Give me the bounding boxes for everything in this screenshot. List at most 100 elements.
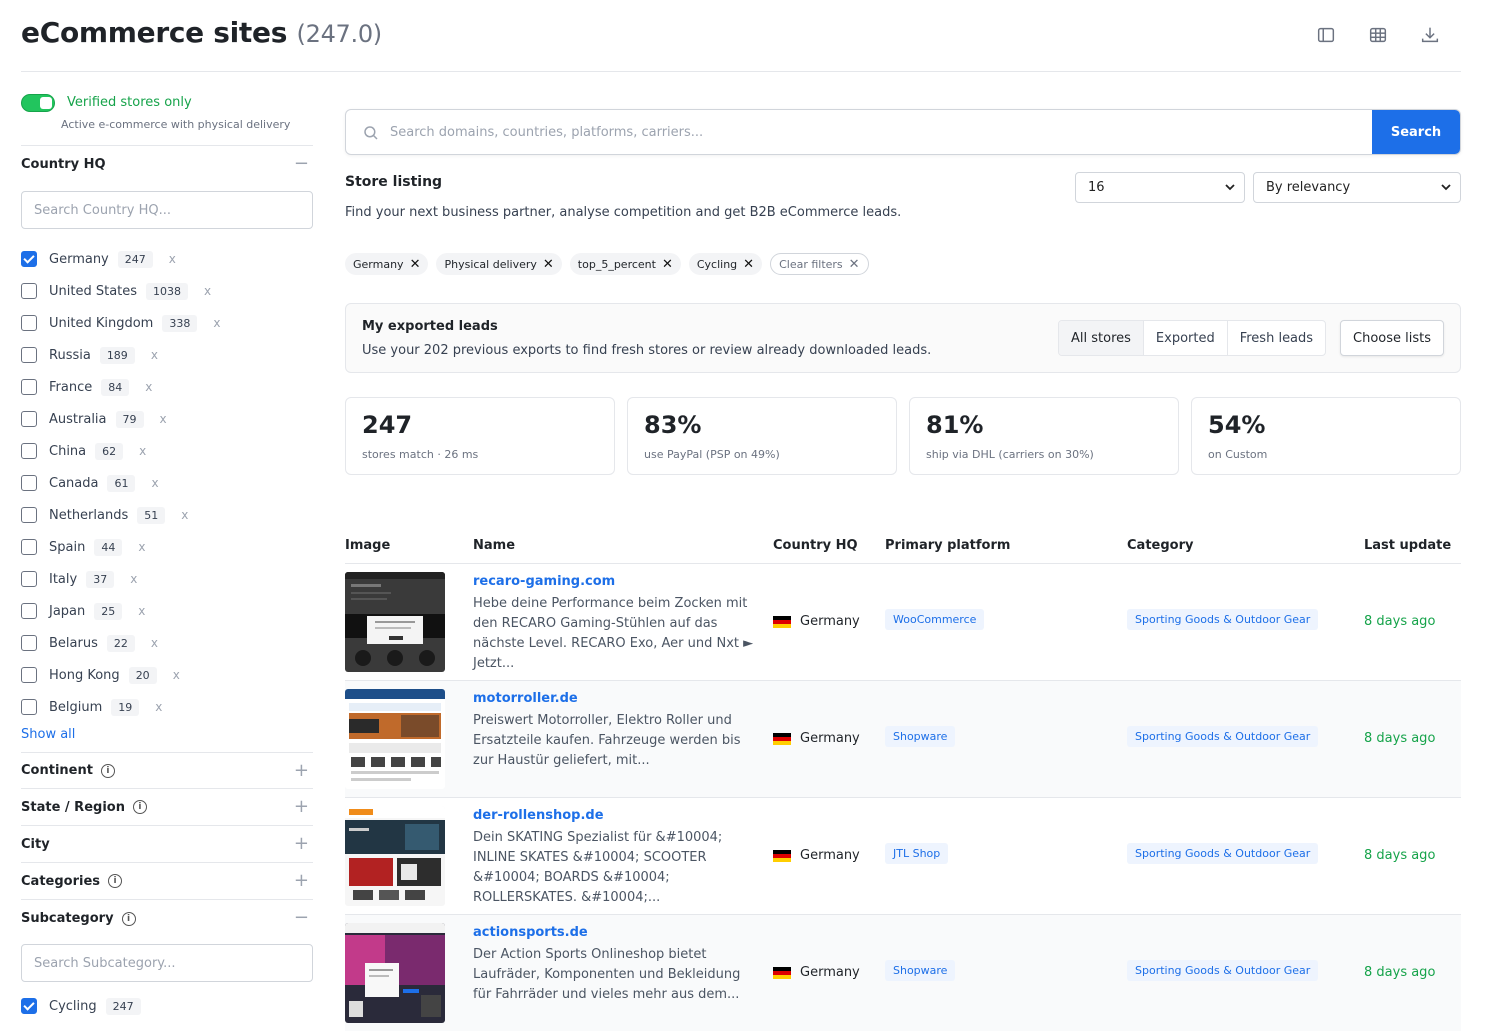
page-size-select[interactable]: 16 [1075,172,1245,203]
exclude-icon[interactable]: x [204,284,211,298]
segment-fresh-leads[interactable]: Fresh leads [1228,321,1325,355]
filter-chip[interactable]: Cycling ✕ [688,253,763,275]
info-icon[interactable]: i [121,911,136,926]
filter-option[interactable]: Netherlands 51 x [21,499,313,531]
checkbox[interactable] [21,411,37,427]
exclude-icon[interactable]: x [151,348,158,362]
expand-icon[interactable]: + [294,798,309,816]
facet-country-hq[interactable]: Country HQ − [21,146,313,183]
verified-toggle[interactable] [21,94,55,112]
column-header-name[interactable]: Name [473,538,515,553]
exclude-icon[interactable]: x [151,636,158,650]
facet-city[interactable]: City + [21,826,313,863]
exclude-icon[interactable]: x [151,476,158,490]
filter-option[interactable]: Germany 247 x [21,243,313,275]
table-row[interactable]: recaro-gaming.com Hebe deine Performance … [345,564,1461,681]
platform-badge[interactable]: Shopware [885,726,956,747]
filter-option[interactable]: Cycling 247 [21,990,313,1022]
exclude-icon[interactable]: x [160,412,167,426]
filter-chip[interactable]: top_5_percent ✕ [569,253,681,275]
info-icon[interactable]: i [100,763,115,778]
table-row[interactable]: motorroller.de Preiswert Motorroller, Ele… [345,681,1461,798]
exclude-icon[interactable]: x [155,700,162,714]
sidebar-layout-icon[interactable] [1315,24,1337,46]
platform-badge[interactable]: JTL Shop [885,843,949,864]
choose-lists-button[interactable]: Choose lists [1340,320,1444,356]
filter-option[interactable]: Canada 61 x [21,467,313,499]
exclude-icon[interactable]: x [145,380,152,394]
table-row[interactable]: der-rollenshop.de Dein SKATING Spezialist… [345,798,1461,915]
checkbox[interactable] [21,539,37,555]
category-badge[interactable]: Sporting Goods & Outdoor Gear [1127,960,1319,981]
category-badge[interactable]: Sporting Goods & Outdoor Gear [1127,843,1319,864]
expand-icon[interactable]: + [294,872,309,890]
exclude-icon[interactable]: x [139,444,146,458]
search-button[interactable]: Search [1372,110,1460,154]
exclude-icon[interactable]: x [213,316,220,330]
facet-categories[interactable]: Categories i + [21,863,313,900]
table-grid-icon[interactable] [1367,24,1389,46]
column-header-country[interactable]: Country HQ [773,538,858,553]
checkbox[interactable] [21,315,37,331]
checkbox[interactable] [21,507,37,523]
download-icon[interactable] [1419,24,1441,46]
store-thumbnail[interactable] [345,923,445,1023]
close-icon[interactable]: ✕ [410,257,421,272]
collapse-icon[interactable]: − [294,909,309,927]
store-domain-link[interactable]: motorroller.de [473,691,578,706]
column-header-platform[interactable]: Primary platform [885,538,1010,553]
country-hq-search-input[interactable] [21,191,313,229]
exclude-icon[interactable]: x [130,572,137,586]
checkbox[interactable] [21,283,37,299]
filter-option[interactable]: Japan 25 x [21,595,313,627]
segment-all-stores[interactable]: All stores [1059,321,1144,355]
exclude-icon[interactable]: x [181,508,188,522]
expand-icon[interactable]: + [294,835,309,853]
column-header-image[interactable]: Image [345,538,390,553]
filter-option[interactable]: Russia 189 x [21,339,313,371]
clear-filters-chip[interactable]: Clear filters ✕ [770,253,869,275]
filter-option[interactable]: China 62 x [21,435,313,467]
store-domain-link[interactable]: recaro-gaming.com [473,574,615,589]
facet-state-region[interactable]: State / Region i + [21,789,313,826]
filter-option[interactable]: Belarus 22 x [21,627,313,659]
checkbox[interactable] [21,379,37,395]
filter-option[interactable]: Hong Kong 20 x [21,659,313,691]
expand-icon[interactable]: + [294,762,309,780]
table-row[interactable]: actionsports.de Der Action Sports Onlines… [345,915,1461,1031]
facet-subcategory[interactable]: Subcategory i − [21,900,313,937]
filter-option[interactable]: Belgium 19 x [21,691,313,723]
store-domain-link[interactable]: der-rollenshop.de [473,808,604,823]
search-input[interactable] [390,110,1370,154]
filter-option[interactable]: United Kingdom 338 x [21,307,313,339]
filter-chip[interactable]: Germany ✕ [345,253,429,275]
show-all-link[interactable]: Show all [21,727,313,742]
column-header-last-update[interactable]: Last update [1364,538,1451,553]
column-header-category[interactable]: Category [1127,538,1193,553]
category-badge[interactable]: Sporting Goods & Outdoor Gear [1127,726,1319,747]
checkbox[interactable] [21,603,37,619]
segment-exported[interactable]: Exported [1144,321,1228,355]
collapse-icon[interactable]: − [294,155,309,173]
filter-option[interactable]: Australia 79 x [21,403,313,435]
close-icon[interactable]: ✕ [662,257,673,272]
checkbox[interactable] [21,667,37,683]
checkbox[interactable] [21,571,37,587]
store-thumbnail[interactable] [345,572,445,672]
close-icon[interactable]: ✕ [543,257,554,272]
exclude-icon[interactable]: x [138,604,145,618]
checkbox[interactable] [21,998,37,1014]
filter-option[interactable]: Italy 37 x [21,563,313,595]
exclude-icon[interactable]: x [169,252,176,266]
filter-option[interactable]: United States 1038 x [21,275,313,307]
checkbox[interactable] [21,251,37,267]
store-thumbnail[interactable] [345,689,445,789]
sort-select[interactable]: By relevancy [1253,172,1461,203]
platform-badge[interactable]: Shopware [885,960,956,981]
info-icon[interactable]: i [132,800,147,814]
store-domain-link[interactable]: actionsports.de [473,925,588,940]
checkbox[interactable] [21,699,37,715]
exclude-icon[interactable]: x [173,668,180,682]
filter-option[interactable]: Spain 44 x [21,531,313,563]
filter-option[interactable]: France 84 x [21,371,313,403]
